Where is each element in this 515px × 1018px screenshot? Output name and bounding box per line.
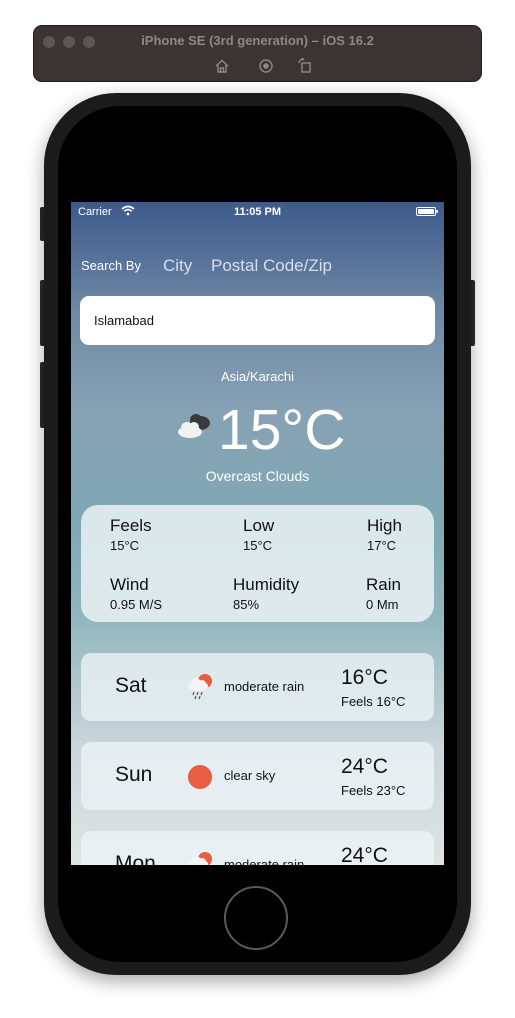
home-button[interactable] (224, 886, 288, 950)
moderate-rain-icon (188, 674, 212, 700)
detail-low: Low 15°C (243, 516, 275, 553)
timezone-label: Asia/Karachi (221, 369, 294, 384)
forecast-card-sat[interactable]: Sat moderate rain 16°C Feels 16°C (81, 653, 434, 721)
status-time: 11:05 PM (233, 206, 282, 218)
forecast-temperature: 24°C (341, 755, 388, 778)
status-bar: Carrier 11:05 PM (71, 202, 444, 224)
screenshot-icon[interactable] (257, 57, 275, 75)
home-icon[interactable] (213, 57, 231, 75)
forecast-day: Sun (115, 763, 153, 786)
forecast-description: moderate rain (224, 679, 305, 694)
forecast-feels: Feels 16°C (341, 694, 406, 709)
tab-postal-code[interactable]: Postal Code/Zip (211, 256, 332, 276)
forecast-day: Mon (115, 852, 156, 865)
detail-high: High 17°C (367, 516, 402, 553)
tab-city[interactable]: City (163, 256, 192, 276)
battery-icon (416, 207, 438, 216)
search-by-label: Search By (81, 258, 141, 273)
forecast-description: clear sky (224, 768, 276, 783)
weather-details-card: Feels 15°C Low 15°C High 17°C Wind 0.95 M/S … (81, 505, 434, 622)
forecast-card-sun[interactable]: Sun clear sky 24°C Feels 23°C (81, 742, 434, 810)
moderate-rain-icon (188, 852, 212, 865)
simulator-title-bar: iPhone SE (3rd generation) – iOS 16.2 (33, 25, 482, 82)
overcast-clouds-icon (178, 414, 210, 438)
current-temperature: 15°C (218, 398, 346, 462)
detail-humidity: Humidity 85% (233, 575, 300, 612)
forecast-feels: Feels 23°C (341, 783, 406, 798)
simulator-title: iPhone SE (3rd generation) – iOS 16.2 (141, 33, 374, 48)
detail-rain: Rain 0 Mm (366, 575, 401, 612)
forecast-day: Sat (115, 674, 147, 697)
rotate-icon[interactable] (296, 57, 314, 75)
forecast-description: moderate rain (224, 857, 305, 865)
forecast-temperature: 24°C (341, 844, 388, 865)
city-search-input[interactable] (80, 296, 435, 345)
app-screen: Carrier 11:05 PM Search By City Postal C… (71, 202, 444, 865)
clear-sky-sun-icon (188, 765, 212, 789)
detail-feels: Feels 15°C (110, 516, 152, 553)
forecast-card-mon[interactable]: Mon moderate rain 24°C (81, 831, 434, 865)
forecast-temperature: 16°C (341, 666, 388, 689)
current-condition: Overcast Clouds (205, 468, 310, 484)
detail-wind: Wind 0.95 M/S (110, 575, 163, 612)
